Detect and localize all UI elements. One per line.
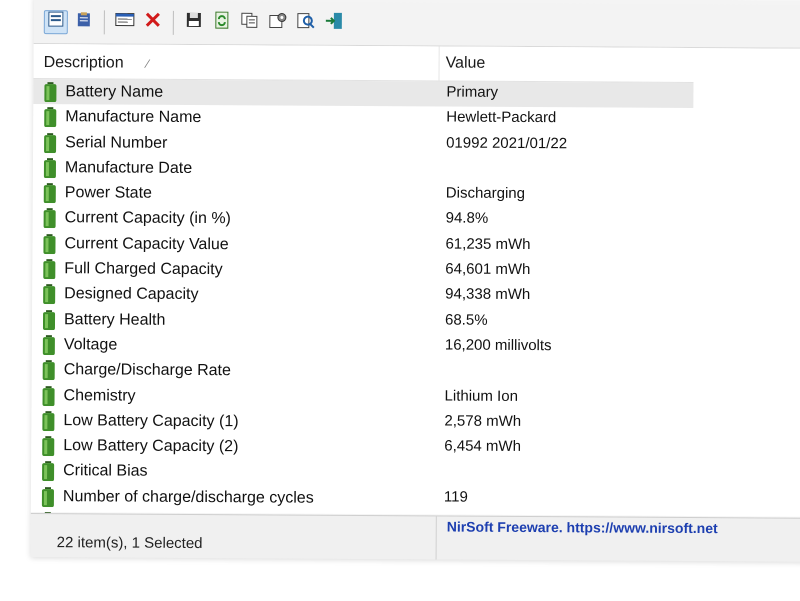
battery-icon [41,486,55,507]
properties-icon [269,12,287,33]
clipboard-icon [76,11,92,32]
list-header: Description ⁄ Value [33,43,694,84]
battery-icon [42,360,56,381]
refresh-button[interactable] [210,11,234,35]
item-value: Lithium Ion [444,387,518,405]
nirsoft-link[interactable]: NirSoft Freeware. https://www.nirsoft.ne… [447,519,718,537]
item-value: 119 [443,488,468,506]
battery-info-list[interactable]: Description ⁄ Value Battery Name Primary M… [30,43,800,533]
item-description: Chemistry [63,386,136,405]
properties-button[interactable] [266,11,290,35]
toolbar [33,0,800,49]
battery-icon [41,461,55,482]
html-report-button[interactable] [113,10,137,34]
item-description: Battery Name [65,83,164,101]
item-description: Low Battery Capacity (1) [63,412,239,431]
battery-icon [41,410,55,431]
item-value: Discharging [445,184,526,203]
delete-icon [145,12,161,33]
status-divider [435,516,437,560]
list-rows: Battery Name Primary Manufacture Name Hewle… [31,78,800,539]
item-value: 16,200 millivolts [444,336,552,355]
item-description: Low Battery Capacity (2) [63,437,239,456]
item-description: Voltage [63,336,118,354]
item-description: Number of charge/discharge cycles [62,487,314,507]
battery-icon [42,284,56,305]
column-header-value[interactable]: Value [446,55,486,73]
save-button[interactable] [182,10,206,34]
item-value: 94.8% [445,210,489,228]
item-description: Manufacture Date [64,159,193,177]
find-button[interactable] [294,11,318,35]
battery-icon [43,132,57,153]
status-item-count: 22 item(s), 1 Selected [56,534,203,553]
item-description: Power State [64,184,153,202]
item-value: 61,235 mWh [445,235,531,253]
column-header-description[interactable]: Description [44,54,124,72]
clipboard-button[interactable] [72,10,96,34]
item-value: 64,601 mWh [445,260,531,279]
battery-icon [43,107,57,128]
item-value: 68.5% [444,311,488,329]
copy-icon [241,12,259,33]
item-value: 2,578 mWh [444,412,522,430]
item-description: Charge/Discharge Rate [63,361,231,380]
item-description: Manufacture Name [65,108,202,127]
battery-icon [43,183,57,204]
find-icon [297,13,315,34]
item-description: Critical Bias [63,462,148,481]
battery-icon [41,385,55,406]
item-description: Current Capacity (in %) [64,209,231,228]
item-value: 6,454 mWh [444,437,522,456]
battery-icon [43,157,57,179]
battery-icon [41,436,55,457]
item-value: 94,338 mWh [445,285,531,304]
column-divider[interactable] [438,46,440,81]
item-value: 01992 2021/01/22 [446,134,568,152]
item-description: Battery Health [63,310,166,329]
status-bar: 22 item(s), 1 Selected NirSoft Freeware.… [30,512,800,562]
item-value: Hewlett-Packard [446,108,557,127]
item-description: Designed Capacity [64,285,199,304]
battery-icon [42,233,56,254]
item-value: Primary [446,83,499,101]
view-mode-icon [48,11,64,32]
item-description: Serial Number [65,133,168,152]
exit-icon [325,12,343,35]
battery-icon [42,335,56,356]
battery-icon [43,208,57,229]
delete-button[interactable] [141,10,165,34]
battery-icon [42,259,56,280]
sort-indicator-icon: ⁄ [146,56,149,71]
app-window: Description ⁄ Value Battery Name Primary M… [30,0,800,562]
view-mode-button[interactable] [43,9,68,34]
html-report-icon [115,11,135,32]
screen-photo: Description ⁄ Value Battery Name Primary M… [0,0,800,601]
item-description: Full Charged Capacity [64,260,223,279]
toolbar-separator [172,10,174,35]
toolbar-separator [103,9,105,34]
exit-button[interactable] [322,11,346,35]
refresh-icon [214,11,230,34]
save-icon [186,12,202,33]
item-description: Current Capacity Value [64,234,229,253]
copy-button[interactable] [238,11,262,35]
battery-icon [42,309,56,330]
battery-icon [43,82,57,103]
